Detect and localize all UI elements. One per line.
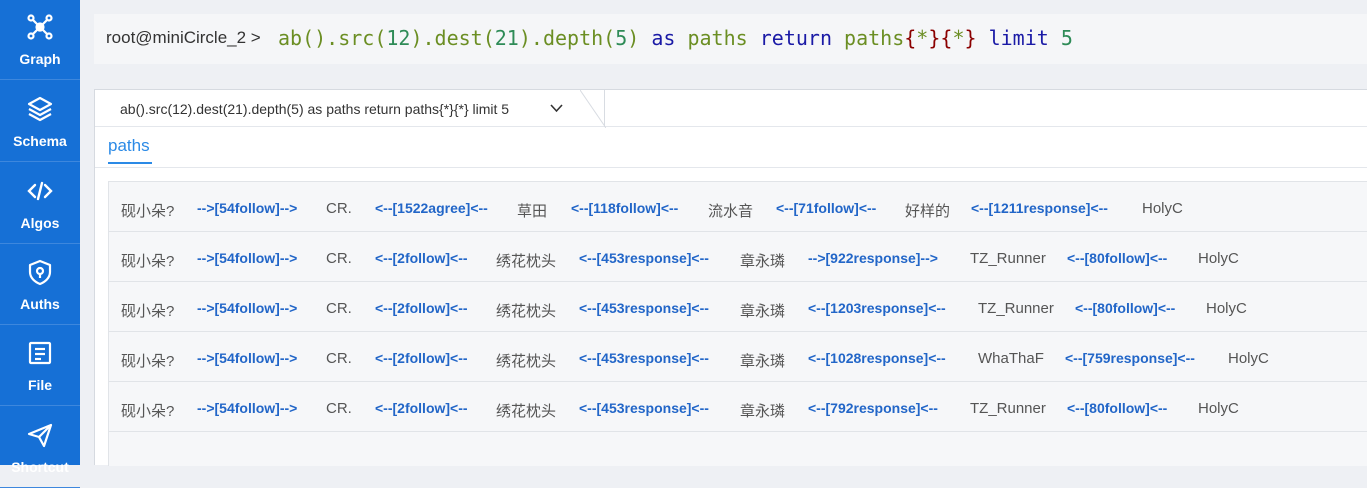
path-edge: <--[1203response]<-- <box>808 300 946 316</box>
sidebar-item-algos[interactable]: Algos <box>0 164 80 244</box>
sidebar-item-schema[interactable]: Schema <box>0 82 80 162</box>
code-icon <box>27 181 53 201</box>
path-edge: <--[453response]<-- <box>579 250 709 266</box>
path-edge: -->[922response]--> <box>808 250 938 266</box>
path-node: HolyC <box>1142 200 1183 217</box>
path-node: 绣花枕头 <box>496 353 557 370</box>
path-edge: <--[80follow]<-- <box>1067 400 1168 416</box>
path-edge: -->[54follow]--> <box>197 200 298 216</box>
sidebar-item-label: Schema <box>13 133 67 149</box>
path-node: CR. <box>326 250 352 267</box>
result-tab-label: ab().src(12).dest(21).depth(5) as paths … <box>120 101 510 117</box>
path-edge: <--[80follow]<-- <box>1075 300 1176 316</box>
query-input[interactable]: ab().src(12).dest(21).depth(5) as paths … <box>278 26 1073 50</box>
result-tabbar: ab().src(12).dest(21).depth(5) as paths … <box>95 90 1367 128</box>
path-row[interactable]: 砚小朵? -->[54follow]--> CR. <--[2follow]<-- 绣花… <box>109 232 1367 282</box>
sidebar-item-shortcut[interactable]: Shortcut <box>0 408 80 488</box>
path-node: 砚小朵? <box>121 253 175 270</box>
path-row[interactable]: 砚小朵? -->[54follow]--> CR. <--[1522agree]<--… <box>109 182 1367 232</box>
tab-paths[interactable]: paths <box>108 136 150 156</box>
path-edge: -->[54follow]--> <box>197 300 298 316</box>
path-node: 绣花枕头 <box>496 303 557 320</box>
path-node: 绣花枕头 <box>496 403 557 420</box>
path-node: 章永璘 <box>740 353 786 370</box>
path-node: HolyC <box>1206 300 1247 317</box>
path-node: HolyC <box>1198 250 1239 267</box>
path-edge: <--[1028response]<-- <box>808 350 946 366</box>
layers-icon <box>27 96 53 122</box>
file-icon <box>28 341 52 365</box>
path-edge: <--[759response]<-- <box>1065 350 1195 366</box>
sidebar-item-label: Shortcut <box>11 459 69 475</box>
console-prompt: root@miniCircle_2 > <box>106 28 261 47</box>
path-row[interactable]: 砚小朵? -->[54follow]--> CR. <--[2follow]<-- 绣花… <box>109 332 1367 382</box>
path-edge: -->[54follow]--> <box>197 350 298 366</box>
path-edge: <--[453response]<-- <box>579 300 709 316</box>
path-edge: -->[54follow]--> <box>197 250 298 266</box>
path-node: 草田 <box>517 203 548 220</box>
graph-icon <box>27 14 53 40</box>
tab-divider <box>580 90 606 128</box>
sidebar-item-label: File <box>27 377 53 393</box>
path-node: 砚小朵? <box>121 303 175 320</box>
path-node: 章永璘 <box>740 403 786 420</box>
send-icon <box>27 423 53 448</box>
path-edge: <--[118follow]<-- <box>571 200 679 216</box>
path-node: HolyC <box>1198 400 1239 417</box>
divider <box>95 167 1367 168</box>
path-row[interactable]: 砚小朵? -->[54follow]--> CR. <--[2follow]<-- 绣花… <box>109 282 1367 332</box>
path-node: 绣花枕头 <box>496 253 557 270</box>
path-edge: <--[2follow]<-- <box>375 350 468 366</box>
sidebar-item-label: Auths <box>20 296 60 312</box>
path-row[interactable]: 砚小朵? -->[54follow]--> CR. <--[2follow]<-- 绣花… <box>109 382 1367 432</box>
path-node: TZ_Runner <box>970 400 1046 417</box>
path-edge: <--[2follow]<-- <box>375 250 468 266</box>
path-edge: <--[453response]<-- <box>579 350 709 366</box>
query-console[interactable]: root@miniCircle_2 > ab().src(12).dest(21… <box>94 14 1367 64</box>
sidebar-item-label: Algos <box>20 215 60 231</box>
path-edge: <--[80follow]<-- <box>1067 250 1168 266</box>
path-node: TZ_Runner <box>970 250 1046 267</box>
chevron-down-icon[interactable] <box>550 103 563 113</box>
path-edge: <--[71follow]<-- <box>776 200 877 216</box>
sidebar-item-auths[interactable]: Auths <box>0 245 80 325</box>
paths-result-list: 砚小朵? -->[54follow]--> CR. <--[1522agree]<--… <box>108 181 1367 466</box>
active-tab-indicator <box>108 162 152 164</box>
path-node: TZ_Runner <box>978 300 1054 317</box>
path-node: 砚小朵? <box>121 403 175 420</box>
path-edge: <--[1522agree]<-- <box>375 200 488 216</box>
path-node: 章永璘 <box>740 253 786 270</box>
path-node: CR. <box>326 200 352 217</box>
path-node: 章永璘 <box>740 303 786 320</box>
path-node: 砚小朵? <box>121 203 175 220</box>
path-node: WhaThaF <box>978 350 1044 367</box>
result-panel: ab().src(12).dest(21).depth(5) as paths … <box>94 89 1367 466</box>
path-node: CR. <box>326 350 352 367</box>
path-node: 好样的 <box>905 203 951 220</box>
path-edge: <--[2follow]<-- <box>375 300 468 316</box>
path-edge: <--[2follow]<-- <box>375 400 468 416</box>
path-node: 流水音 <box>708 203 754 220</box>
path-edge: <--[792response]<-- <box>808 400 938 416</box>
shield-icon <box>28 259 52 286</box>
sidebar-item-label: Graph <box>19 51 61 67</box>
path-node: HolyC <box>1228 350 1269 367</box>
path-node: CR. <box>326 400 352 417</box>
sidebar-item-graph[interactable]: Graph <box>0 0 80 80</box>
path-edge: <--[1211response]<-- <box>971 200 1108 216</box>
sidebar: Graph Schema Algos Auths File Shortcut <box>0 0 80 488</box>
sidebar-item-file[interactable]: File <box>0 326 80 406</box>
path-node: 砚小朵? <box>121 353 175 370</box>
result-tab[interactable]: ab().src(12).dest(21).depth(5) as paths … <box>95 90 605 127</box>
path-node: CR. <box>326 300 352 317</box>
path-edge: -->[54follow]--> <box>197 400 298 416</box>
path-edge: <--[453response]<-- <box>579 400 709 416</box>
